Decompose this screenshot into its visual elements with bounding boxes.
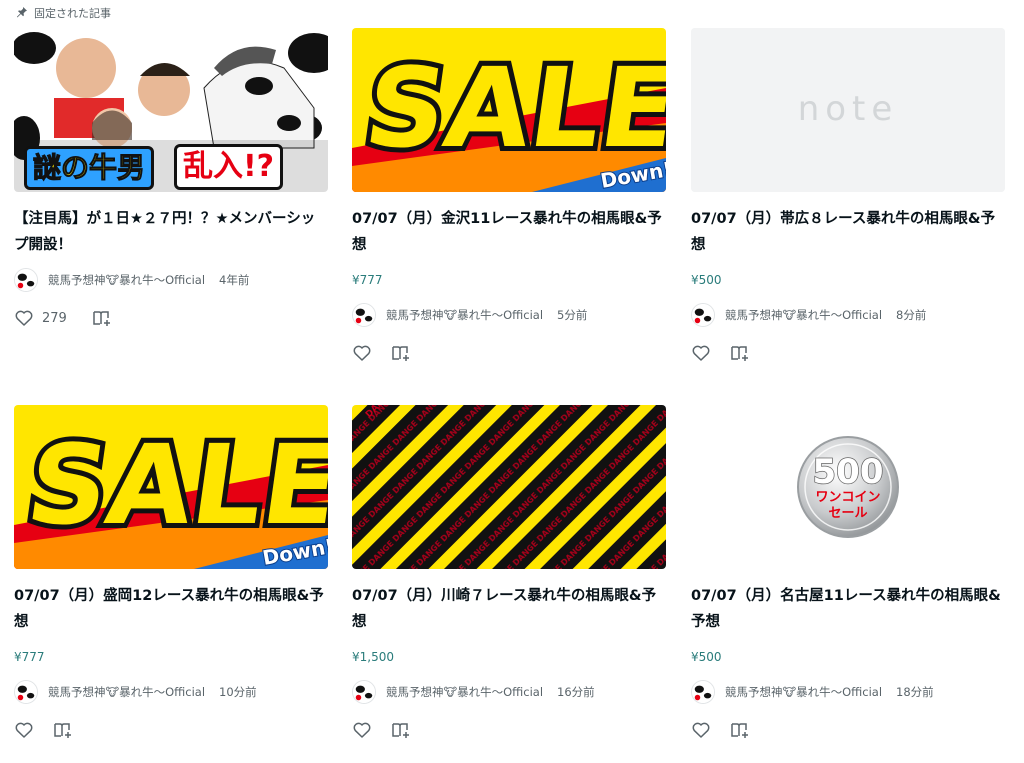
coin-one-coin-text: ワンコイン [815, 490, 880, 505]
note-logo: note [798, 89, 899, 129]
article-price: ¥777 [352, 273, 383, 287]
author-row[interactable]: 競馬予想神🐮暴れ牛〜Official 8分前 [691, 302, 926, 328]
author-row[interactable]: 競馬予想神🐮暴れ牛〜Official 18分前 [691, 679, 934, 705]
article-thumbnail[interactable]: 謎の牛男 乱入!? [14, 28, 328, 192]
thumb-caption-red: 乱入!? [174, 144, 284, 190]
article-thumbnail[interactable]: SALE Down! [14, 405, 328, 569]
heart-icon[interactable] [352, 343, 372, 363]
post-time: 10分前 [219, 685, 257, 699]
pin-icon [16, 6, 28, 21]
heart-icon[interactable] [14, 308, 34, 328]
card-actions: 279 [14, 307, 111, 329]
card-actions [352, 342, 410, 364]
card-actions [14, 719, 72, 741]
author-avatar[interactable] [14, 268, 38, 292]
add-to-magazine-icon[interactable] [729, 343, 749, 363]
author-name[interactable]: 競馬予想神🐮暴れ牛〜Official [725, 307, 882, 323]
thumb-sale-text: SALE [20, 421, 328, 549]
author-name[interactable]: 競馬予想神🐮暴れ牛〜Official [725, 684, 882, 700]
author-avatar[interactable] [691, 680, 715, 704]
article-thumbnail[interactable]: note [691, 28, 1005, 192]
post-time: 16分前 [557, 685, 595, 699]
article-price: ¥777 [14, 650, 45, 664]
heart-icon[interactable] [691, 343, 711, 363]
author-name[interactable]: 競馬予想神🐮暴れ牛〜Official [48, 272, 205, 288]
author-name[interactable]: 競馬予想神🐮暴れ牛〜Official [386, 684, 543, 700]
article-title[interactable]: 【注目馬】が１日★２７円！？★メンバーシップ開設！ [14, 206, 328, 258]
article-card[interactable]: DANGER DANGER DANGER 07/07（月）川崎７レース暴れ牛の相… [352, 405, 666, 750]
article-price: ¥1,500 [352, 650, 394, 664]
article-thumbnail[interactable]: DANGER DANGER DANGER [352, 405, 666, 569]
add-to-magazine-icon[interactable] [91, 308, 111, 328]
article-title[interactable]: 07/07（月）名古屋11レース暴れ牛の相馬眼&予想 [691, 583, 1005, 635]
heart-icon[interactable] [691, 720, 711, 740]
heart-icon[interactable] [352, 720, 372, 740]
post-time: 5分前 [557, 308, 588, 322]
add-to-magazine-icon[interactable] [390, 343, 410, 363]
author-row[interactable]: 競馬予想神🐮暴れ牛〜Official 16分前 [352, 679, 595, 705]
add-to-magazine-icon[interactable] [390, 720, 410, 740]
article-card[interactable]: SALE Down! 07/07（月）盛岡12レース暴れ牛の相馬眼&予想 ¥77… [14, 405, 328, 750]
pinned-text: 固定された記事 [34, 7, 111, 20]
card-actions [691, 342, 749, 364]
heart-icon[interactable] [14, 720, 34, 740]
article-title[interactable]: 07/07（月）帯広８レース暴れ牛の相馬眼&予想 [691, 206, 1005, 258]
author-row[interactable]: 競馬予想神🐮暴れ牛〜Official 5分前 [352, 302, 587, 328]
article-card[interactable]: 謎の牛男 乱入!? 【注目馬】が１日★２７円！？★メンバーシップ開設！ 競馬予想… [14, 28, 328, 348]
article-title[interactable]: 07/07（月）川崎７レース暴れ牛の相馬眼&予想 [352, 583, 666, 635]
post-time: 4年前 [219, 273, 250, 287]
like-count: 279 [42, 310, 67, 326]
author-row[interactable]: 競馬予想神🐮暴れ牛〜Official 4年前 [14, 267, 249, 293]
author-avatar[interactable] [352, 680, 376, 704]
coin-sale-text: セール [828, 506, 867, 521]
pinned-label: 固定された記事 [16, 5, 111, 21]
card-actions [691, 719, 749, 741]
article-thumbnail[interactable]: 500 ワンコイン セール [691, 405, 1005, 569]
card-actions [352, 719, 410, 741]
article-title[interactable]: 07/07（月）盛岡12レース暴れ牛の相馬眼&予想 [14, 583, 328, 635]
thumb-sale-text: SALE [358, 44, 666, 172]
article-card[interactable]: 500 ワンコイン セール 07/07（月）名古屋11レース暴れ牛の相馬眼&予想… [691, 405, 1005, 750]
author-name[interactable]: 競馬予想神🐮暴れ牛〜Official [48, 684, 205, 700]
thumb-caption-blue: 謎の牛男 [24, 146, 155, 190]
article-thumbnail[interactable]: SALE Down! [352, 28, 666, 192]
author-avatar[interactable] [352, 303, 376, 327]
add-to-magazine-icon[interactable] [52, 720, 72, 740]
article-card[interactable]: note 07/07（月）帯広８レース暴れ牛の相馬眼&予想 ¥500 競馬予想神… [691, 28, 1005, 373]
post-time: 18分前 [896, 685, 934, 699]
post-time: 8分前 [896, 308, 927, 322]
author-row[interactable]: 競馬予想神🐮暴れ牛〜Official 10分前 [14, 679, 257, 705]
article-title[interactable]: 07/07（月）金沢11レース暴れ牛の相馬眼&予想 [352, 206, 666, 258]
article-price: ¥500 [691, 273, 722, 287]
author-name[interactable]: 競馬予想神🐮暴れ牛〜Official [386, 307, 543, 323]
author-avatar[interactable] [691, 303, 715, 327]
coin-500-text: 500 [813, 452, 884, 492]
article-card[interactable]: SALE Down! 07/07（月）金沢11レース暴れ牛の相馬眼&予想 ¥77… [352, 28, 666, 373]
author-avatar[interactable] [14, 680, 38, 704]
article-price: ¥500 [691, 650, 722, 664]
add-to-magazine-icon[interactable] [729, 720, 749, 740]
